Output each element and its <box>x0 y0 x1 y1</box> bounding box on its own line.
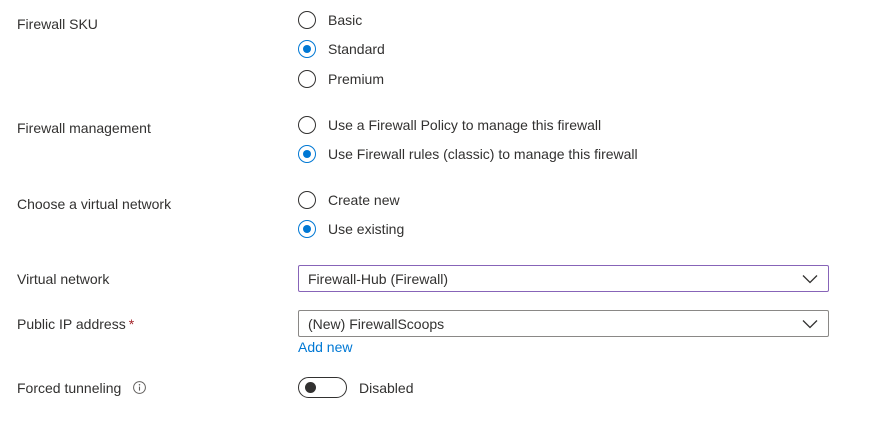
public-ip-dropdown[interactable]: (New) FirewallScoops <box>298 310 829 337</box>
firewall-sku-label: Firewall SKU <box>17 16 98 32</box>
radio-checked-icon[interactable] <box>298 145 316 163</box>
management-classic-radio[interactable]: Use Firewall rules (classic) to manage t… <box>298 143 638 165</box>
forced-tunneling-toggle[interactable] <box>298 377 347 398</box>
virtual-network-value: Firewall-Hub (Firewall) <box>308 270 449 287</box>
radio-unchecked-icon[interactable] <box>298 11 316 29</box>
add-new-link[interactable]: Add new <box>298 338 352 356</box>
chevron-down-icon <box>802 319 818 328</box>
management-classic-label: Use Firewall rules (classic) to manage t… <box>328 146 638 162</box>
toggle-knob <box>305 382 316 393</box>
radio-unchecked-icon[interactable] <box>298 116 316 134</box>
virtual-network-label: Virtual network <box>17 271 110 287</box>
forced-tunneling-state: Disabled <box>359 380 414 396</box>
radio-checked-icon[interactable] <box>298 40 316 58</box>
info-icon[interactable] <box>133 381 147 394</box>
chevron-down-icon <box>802 274 818 283</box>
forced-tunneling-label: Forced tunneling <box>17 379 147 397</box>
management-policy-radio[interactable]: Use a Firewall Policy to manage this fir… <box>298 114 601 136</box>
vnet-create-new-radio[interactable]: Create new <box>298 189 400 211</box>
required-marker: * <box>128 316 135 332</box>
public-ip-label: Public IP address * <box>17 315 134 333</box>
radio-checked-icon[interactable] <box>298 220 316 238</box>
public-ip-label-text: Public IP address <box>17 316 126 332</box>
vnet-create-new-label: Create new <box>328 192 400 208</box>
vnet-use-existing-label: Use existing <box>328 221 405 237</box>
sku-basic-radio[interactable]: Basic <box>298 9 362 31</box>
choose-virtual-network-label: Choose a virtual network <box>17 196 172 212</box>
radio-unchecked-icon[interactable] <box>298 191 316 209</box>
sku-standard-radio[interactable]: Standard <box>298 38 385 60</box>
sku-standard-label: Standard <box>328 41 385 57</box>
sku-basic-label: Basic <box>328 12 363 28</box>
sku-premium-radio[interactable]: Premium <box>298 68 384 90</box>
forced-tunneling-label-text: Forced tunneling <box>17 380 122 396</box>
public-ip-value: (New) FirewallScoops <box>308 315 445 332</box>
firewall-management-label: Firewall management <box>17 120 151 136</box>
radio-unchecked-icon[interactable] <box>298 70 316 88</box>
sku-premium-label: Premium <box>328 71 385 87</box>
vnet-use-existing-radio[interactable]: Use existing <box>298 218 404 240</box>
management-policy-label: Use a Firewall Policy to manage this fir… <box>328 117 602 133</box>
virtual-network-dropdown[interactable]: Firewall-Hub (Firewall) <box>298 265 829 292</box>
